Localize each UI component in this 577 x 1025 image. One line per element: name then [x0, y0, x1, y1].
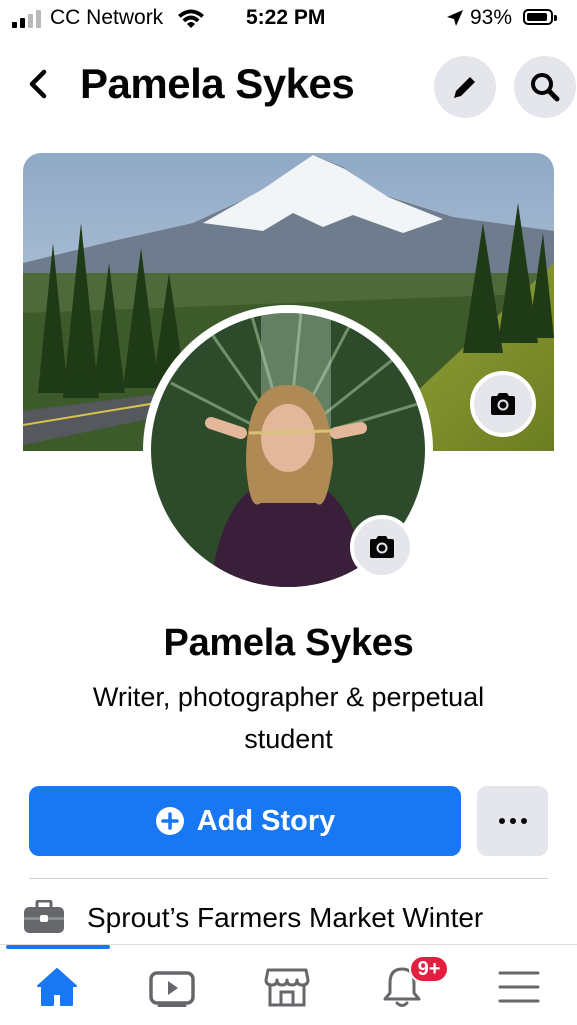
tab-marketplace[interactable] — [242, 957, 332, 1017]
divider — [29, 878, 548, 879]
page-title: Pamela Sykes — [80, 60, 355, 107]
carrier-name: CC Network — [50, 6, 164, 29]
video-icon — [149, 971, 195, 1007]
search-icon — [531, 73, 560, 102]
tab-watch[interactable] — [127, 957, 217, 1017]
edit-cover-photo-button[interactable] — [470, 371, 536, 437]
back-button[interactable] — [18, 62, 58, 106]
shop-icon — [264, 968, 310, 1007]
plus-circle-icon — [155, 807, 184, 835]
battery-percent: 93% — [470, 6, 513, 29]
work-text: Sprout’s Farmers Market Winter — [87, 902, 484, 933]
briefcase-icon — [24, 900, 64, 933]
bottom-tab-bar — [0, 944, 577, 1025]
tab-home[interactable] — [12, 957, 102, 1017]
more-options-button[interactable] — [477, 786, 548, 856]
signal-icon — [12, 10, 41, 28]
add-story-label: Add Story — [196, 804, 336, 837]
ellipsis-icon — [498, 818, 505, 824]
battery-icon — [523, 9, 557, 25]
status-time: 5:22 PM — [246, 6, 326, 29]
home-icon — [37, 968, 77, 1006]
add-story-button[interactable]: Add Story — [29, 786, 461, 856]
status-bar: CC Network 5:22 PM 93% — [0, 0, 577, 38]
profile-bio: Writer, photographer & perpetual student — [92, 682, 485, 754]
edit-profile-picture-button[interactable] — [350, 515, 414, 579]
work-detail-row: Sprout’s Farmers Market Winter — [23, 896, 577, 946]
back-chevron-icon — [29, 69, 47, 99]
active-tab-indicator — [6, 945, 110, 949]
camera-icon — [370, 536, 394, 558]
pencil-icon — [454, 74, 478, 98]
camera-icon — [491, 393, 515, 415]
notifications-badge: 9+ — [409, 955, 449, 983]
search-button[interactable] — [514, 56, 576, 118]
location-arrow-icon — [447, 10, 463, 26]
profile-header: Pamela Sykes — [0, 48, 577, 120]
profile-name: Pamela Sykes — [163, 622, 414, 664]
tab-menu[interactable] — [474, 957, 564, 1017]
edit-profile-button[interactable] — [434, 56, 496, 118]
menu-icon — [498, 971, 540, 1003]
wifi-icon — [178, 9, 204, 28]
